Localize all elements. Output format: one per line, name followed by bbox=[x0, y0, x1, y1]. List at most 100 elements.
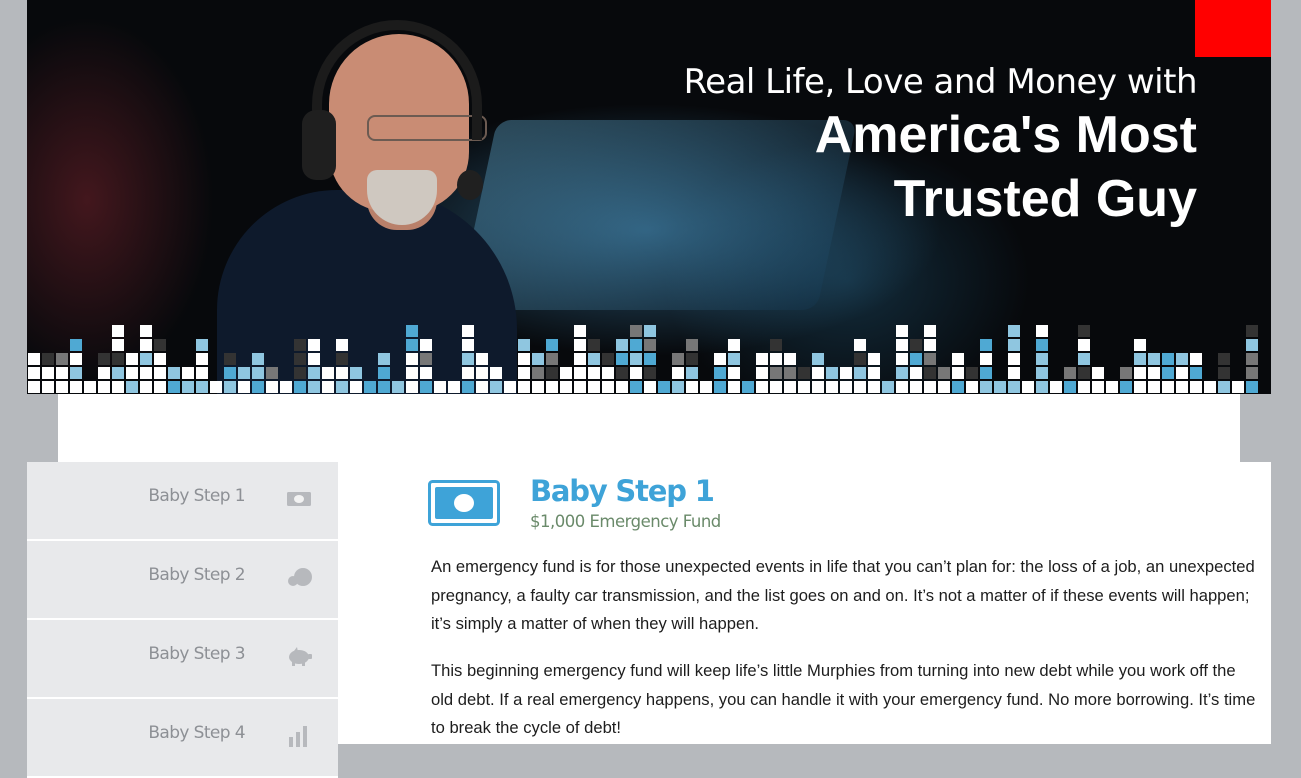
piggy-bank-icon bbox=[289, 647, 312, 666]
equalizer-cell bbox=[574, 325, 586, 337]
equalizer-cell bbox=[518, 339, 530, 351]
equalizer-cell bbox=[910, 381, 922, 393]
equalizer-cell bbox=[854, 353, 866, 365]
equalizer-cell bbox=[70, 367, 82, 379]
equalizer-cell bbox=[1246, 381, 1258, 393]
sidebar-item-baby-step-3[interactable]: Baby Step 3 bbox=[27, 620, 338, 699]
equalizer-cell bbox=[728, 339, 740, 351]
equalizer-cell bbox=[252, 353, 264, 365]
equalizer-cell bbox=[924, 381, 936, 393]
equalizer-cell bbox=[140, 353, 152, 365]
equalizer-cell bbox=[952, 353, 964, 365]
equalizer-cell bbox=[644, 381, 656, 393]
equalizer-cell bbox=[896, 353, 908, 365]
equalizer-cell bbox=[28, 381, 40, 393]
equalizer-cell bbox=[1036, 325, 1048, 337]
equalizer-cell bbox=[1232, 381, 1244, 393]
equalizer-cell bbox=[168, 367, 180, 379]
equalizer-cell bbox=[196, 339, 208, 351]
equalizer-cell bbox=[476, 367, 488, 379]
equalizer-cell bbox=[406, 339, 418, 351]
equalizer-cell bbox=[126, 353, 138, 365]
equalizer-cell bbox=[546, 367, 558, 379]
sidebar-item-baby-step-2[interactable]: Baby Step 2 bbox=[27, 541, 338, 620]
equalizer-cell bbox=[140, 367, 152, 379]
equalizer-cell bbox=[840, 381, 852, 393]
equalizer-cell bbox=[616, 339, 628, 351]
equalizer-cell bbox=[728, 353, 740, 365]
equalizer-cell bbox=[686, 367, 698, 379]
equalizer-cell bbox=[826, 367, 838, 379]
equalizer-cell bbox=[462, 339, 474, 351]
sidebar-item-baby-step-4[interactable]: Baby Step 4 bbox=[27, 699, 338, 778]
equalizer-cell bbox=[1218, 381, 1230, 393]
equalizer-cell bbox=[1078, 353, 1090, 365]
equalizer-cell bbox=[42, 381, 54, 393]
equalizer-cell bbox=[714, 381, 726, 393]
equalizer-cell bbox=[266, 367, 278, 379]
equalizer-cell bbox=[224, 367, 236, 379]
sidebar-item-baby-step-1[interactable]: Baby Step 1 bbox=[27, 462, 338, 541]
equalizer-cell bbox=[616, 381, 628, 393]
equalizer-cell bbox=[966, 381, 978, 393]
hero-title-line-2: Trusted Guy bbox=[893, 170, 1197, 228]
equalizer-cell bbox=[336, 339, 348, 351]
equalizer-cell bbox=[154, 339, 166, 351]
equalizer-cell bbox=[854, 367, 866, 379]
red-corner-block[interactable] bbox=[1195, 0, 1271, 57]
equalizer-cell bbox=[1092, 367, 1104, 379]
equalizer-cell bbox=[980, 353, 992, 365]
equalizer-cell bbox=[1050, 381, 1062, 393]
equalizer-cell bbox=[770, 353, 782, 365]
equalizer-cell bbox=[1106, 381, 1118, 393]
equalizer-cell bbox=[210, 381, 222, 393]
equalizer-cell bbox=[896, 367, 908, 379]
equalizer-cell bbox=[434, 381, 446, 393]
equalizer-cell bbox=[994, 381, 1006, 393]
equalizer-cell bbox=[1134, 339, 1146, 351]
equalizer-cell bbox=[1008, 339, 1020, 351]
equalizer-cell bbox=[756, 381, 768, 393]
equalizer-cell bbox=[574, 339, 586, 351]
headset-earpiece bbox=[302, 110, 336, 180]
bar-chart-icon bbox=[289, 726, 307, 747]
equalizer-cell bbox=[728, 367, 740, 379]
baby-steps-sidebar: Baby Step 1 Baby Step 2 Baby Step 3 Baby… bbox=[27, 462, 338, 778]
equalizer-cell bbox=[616, 367, 628, 379]
equalizer-cell bbox=[378, 367, 390, 379]
equalizer-cell bbox=[308, 381, 320, 393]
equalizer-cell bbox=[1204, 381, 1216, 393]
sidebar-item-label: Baby Step 1 bbox=[148, 486, 245, 506]
equalizer-cell bbox=[196, 367, 208, 379]
content-panel-top bbox=[58, 394, 1240, 462]
equalizer-cell bbox=[1190, 381, 1202, 393]
equalizer-cell bbox=[378, 353, 390, 365]
microphone-icon bbox=[457, 170, 483, 200]
equalizer-cell bbox=[644, 325, 656, 337]
equalizer-cell bbox=[84, 381, 96, 393]
equalizer-cell bbox=[630, 381, 642, 393]
equalizer-cell bbox=[1064, 381, 1076, 393]
equalizer-cell bbox=[602, 353, 614, 365]
equalizer-cell bbox=[1176, 381, 1188, 393]
equalizer-cell bbox=[644, 339, 656, 351]
equalizer-cell bbox=[1036, 339, 1048, 351]
equalizer-cell bbox=[1008, 381, 1020, 393]
equalizer-cell bbox=[756, 367, 768, 379]
equalizer-cell bbox=[1148, 367, 1160, 379]
equalizer-cell bbox=[1008, 367, 1020, 379]
hero-tagline: Real Life, Love and Money with bbox=[683, 62, 1198, 102]
equalizer-cell bbox=[896, 325, 908, 337]
equalizer-cell bbox=[112, 325, 124, 337]
equalizer-cell bbox=[966, 367, 978, 379]
equalizer-cell bbox=[112, 353, 124, 365]
equalizer-cell bbox=[980, 367, 992, 379]
equalizer-cell bbox=[658, 381, 670, 393]
equalizer-cell bbox=[98, 381, 110, 393]
equalizer-cell bbox=[140, 325, 152, 337]
equalizer-cell bbox=[616, 353, 628, 365]
equalizer-graphic bbox=[28, 325, 1258, 393]
equalizer-cell bbox=[1078, 381, 1090, 393]
equalizer-cell bbox=[378, 381, 390, 393]
equalizer-cell bbox=[798, 381, 810, 393]
